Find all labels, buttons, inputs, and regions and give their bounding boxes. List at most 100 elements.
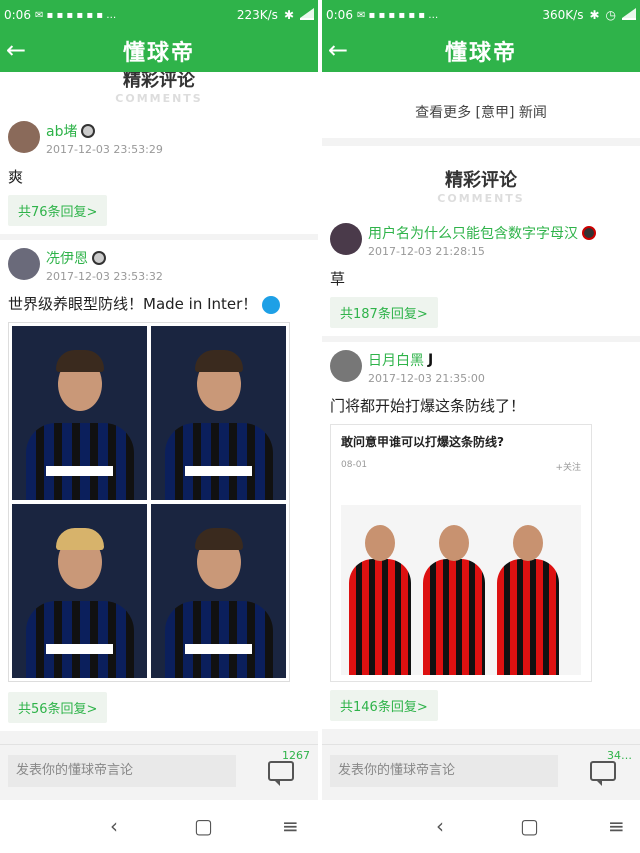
screens: 0:06 ✉ ▪ ▪ ▪ ▪ ▪ ▪ … 223K/s ✱ ← 懂球帝 精彩评论… — [0, 0, 640, 853]
avatar[interactable] — [330, 350, 362, 382]
app-title: 懂球帝 — [122, 41, 195, 66]
avatar[interactable] — [8, 248, 40, 280]
comments-content[interactable]: 精彩评论 COMMENTS ab堵 2017-12-03 23:53:29 爽 … — [0, 72, 318, 744]
replies-button[interactable]: 共56条回复> — [8, 692, 108, 723]
nav-back-icon[interactable]: ‹ — [110, 814, 118, 838]
section-subtitle: COMMENTS — [115, 92, 203, 105]
notification-icons: ✉ ▪ ▪ ▪ ▪ ▪ ▪ … — [34, 9, 117, 21]
comment-input[interactable]: 发表你的懂球帝言论 — [330, 755, 558, 787]
replies-button[interactable]: 共187条回复> — [330, 297, 438, 328]
comment-header: ab堵 2017-12-03 23:53:29 — [8, 121, 310, 156]
comment-author[interactable]: 用户名为什么只能包含数字字母汉 — [368, 223, 596, 243]
comment-time: 2017-12-03 21:28:15 — [368, 245, 485, 258]
alarm-icon: ◷ — [605, 8, 616, 22]
replies-button[interactable]: 共146条回复> — [330, 690, 438, 721]
nav-home-icon[interactable]: ▢ — [520, 814, 539, 838]
comments-header: 精彩评论 COMMENTS — [0, 72, 318, 113]
bluetooth-icon: ✱ — [589, 8, 600, 22]
section-subtitle: COMMENTS — [437, 192, 525, 205]
player-photo[interactable] — [12, 326, 147, 500]
comment-count: 34… — [607, 749, 632, 762]
comment-header: 日月白黑 J 2017-12-03 21:35:00 — [330, 350, 632, 385]
author-name: 冼伊恩 — [46, 251, 88, 267]
network-speed: 360K/s — [542, 8, 584, 22]
author-name: 用户名为什么只能包含数字字母汉 — [368, 226, 578, 242]
comment-item: 日月白黑 J 2017-12-03 21:35:00 门将都开始打爆这条防线了！… — [322, 342, 640, 729]
nav-back-icon[interactable]: ‹ — [436, 814, 444, 838]
signal-icon — [622, 8, 636, 20]
comment-header: 用户名为什么只能包含数字字母汉 2017-12-03 21:28:15 — [330, 223, 632, 258]
status-right: 360K/s ✱ ◷ — [542, 0, 636, 30]
comment-text-content: 世界级养眼型防线！Made in Inter！ — [8, 295, 258, 313]
player-photo[interactable] — [151, 326, 286, 500]
player-photo[interactable] — [151, 504, 286, 678]
comment-input-bar: 发表你的懂球帝言论 1267 — [0, 744, 318, 800]
bluetooth-icon: ✱ — [283, 8, 294, 22]
comment-time: 2017-12-03 21:35:00 — [368, 372, 485, 385]
comment-text: 门将都开始打爆这条防线了！ — [330, 397, 526, 415]
comment-item: 冼伊恩 2017-12-03 23:53:32 世界级养眼型防线！Made in… — [0, 240, 318, 731]
app-title: 懂球帝 — [444, 41, 517, 66]
juventus-logo-icon: J — [428, 352, 434, 368]
system-nav-bar: ‹ ▢ ≡ ‹ ▢ ≡ — [0, 800, 640, 853]
comment-photo-grid[interactable] — [8, 322, 290, 682]
card-meta: 08-01 +关注 — [331, 458, 591, 475]
emoji-icon — [262, 295, 281, 314]
comment-time: 2017-12-03 23:53:29 — [46, 143, 163, 156]
team-badge-icon — [92, 251, 106, 265]
comment-text: 爽 — [8, 168, 24, 186]
chat-bubble-icon[interactable] — [590, 761, 616, 786]
comment-input-bar: 发表你的懂球帝言论 34… — [322, 744, 640, 800]
author-name: ab堵 — [46, 124, 78, 140]
player-figure — [497, 525, 559, 675]
status-right: 223K/s ✱ — [237, 0, 314, 30]
comments-content[interactable]: 查看更多 [意甲] 新闻 精彩评论 COMMENTS 用户名为什么只能包含数字字… — [322, 72, 640, 744]
player-figure — [349, 525, 411, 675]
signal-icon — [300, 8, 314, 20]
comment-input[interactable]: 发表你的懂球帝言论 — [8, 755, 236, 787]
chat-bubble-icon[interactable] — [268, 761, 294, 786]
comment-author[interactable]: 日月白黑 J — [368, 350, 485, 370]
comment-count: 1267 — [282, 749, 310, 762]
card-date: 08-01 — [341, 460, 368, 470]
status-bar: 0:06 ✉ ▪ ▪ ▪ ▪ ▪ ▪ … 223K/s ✱ — [0, 0, 318, 30]
card-follow: +关注 — [555, 463, 581, 473]
more-news-label: 查看更多 [意甲] 新闻 — [415, 105, 547, 121]
team-badge-icon — [582, 226, 596, 240]
status-time: 0:06 — [4, 8, 31, 22]
author-name: 日月白黑 — [368, 353, 424, 369]
avatar[interactable] — [8, 121, 40, 153]
comment-author[interactable]: 冼伊恩 — [46, 248, 163, 268]
avatar[interactable] — [330, 223, 362, 255]
comment-time: 2017-12-03 23:53:32 — [46, 270, 163, 283]
player-photo[interactable] — [12, 504, 147, 678]
back-arrow-icon[interactable]: ← — [6, 38, 34, 64]
player-figure — [423, 525, 485, 675]
comment-item: ab堵 2017-12-03 23:53:29 爽 共76条回复> — [0, 113, 318, 234]
section-title: 精彩评论 — [445, 170, 517, 191]
section-title: 精彩评论 — [123, 72, 195, 91]
nav-home-icon[interactable]: ▢ — [194, 814, 213, 838]
status-time: 0:06 — [326, 8, 353, 22]
comment-header: 冼伊恩 2017-12-03 23:53:32 — [8, 248, 310, 283]
status-bar: 0:06 ✉ ▪ ▪ ▪ ▪ ▪ ▪ … 360K/s ✱ ◷ — [322, 0, 640, 30]
comment-text: 草 — [330, 270, 346, 288]
comment-author[interactable]: ab堵 — [46, 121, 163, 141]
app-bar: ← 懂球帝 — [0, 30, 318, 72]
nav-menu-icon[interactable]: ≡ — [608, 814, 625, 838]
back-arrow-icon[interactable]: ← — [328, 38, 356, 64]
comments-header: 精彩评论 COMMENTS — [322, 146, 640, 215]
nav-menu-icon[interactable]: ≡ — [282, 814, 299, 838]
comment-image-card[interactable]: 敢问意甲谁可以打爆这条防线? 08-01 +关注 — [330, 424, 592, 682]
comment-item: 用户名为什么只能包含数字字母汉 2017-12-03 21:28:15 草 共1… — [322, 215, 640, 336]
more-news-link[interactable]: 查看更多 [意甲] 新闻 — [322, 72, 640, 138]
card-title: 敢问意甲谁可以打爆这条防线? — [341, 435, 504, 449]
right-screen: 0:06 ✉ ▪ ▪ ▪ ▪ ▪ ▪ … 360K/s ✱ ◷ ← 懂球帝 查看… — [322, 0, 640, 800]
comment-text: 世界级养眼型防线！Made in Inter！ — [8, 293, 310, 314]
milan-players-image — [341, 505, 581, 675]
notification-icons: ✉ ▪ ▪ ▪ ▪ ▪ ▪ … — [356, 9, 439, 21]
replies-button[interactable]: 共76条回复> — [8, 195, 108, 226]
team-badge-icon — [81, 124, 96, 138]
left-screen: 0:06 ✉ ▪ ▪ ▪ ▪ ▪ ▪ … 223K/s ✱ ← 懂球帝 精彩评论… — [0, 0, 318, 800]
network-speed: 223K/s — [236, 8, 278, 22]
